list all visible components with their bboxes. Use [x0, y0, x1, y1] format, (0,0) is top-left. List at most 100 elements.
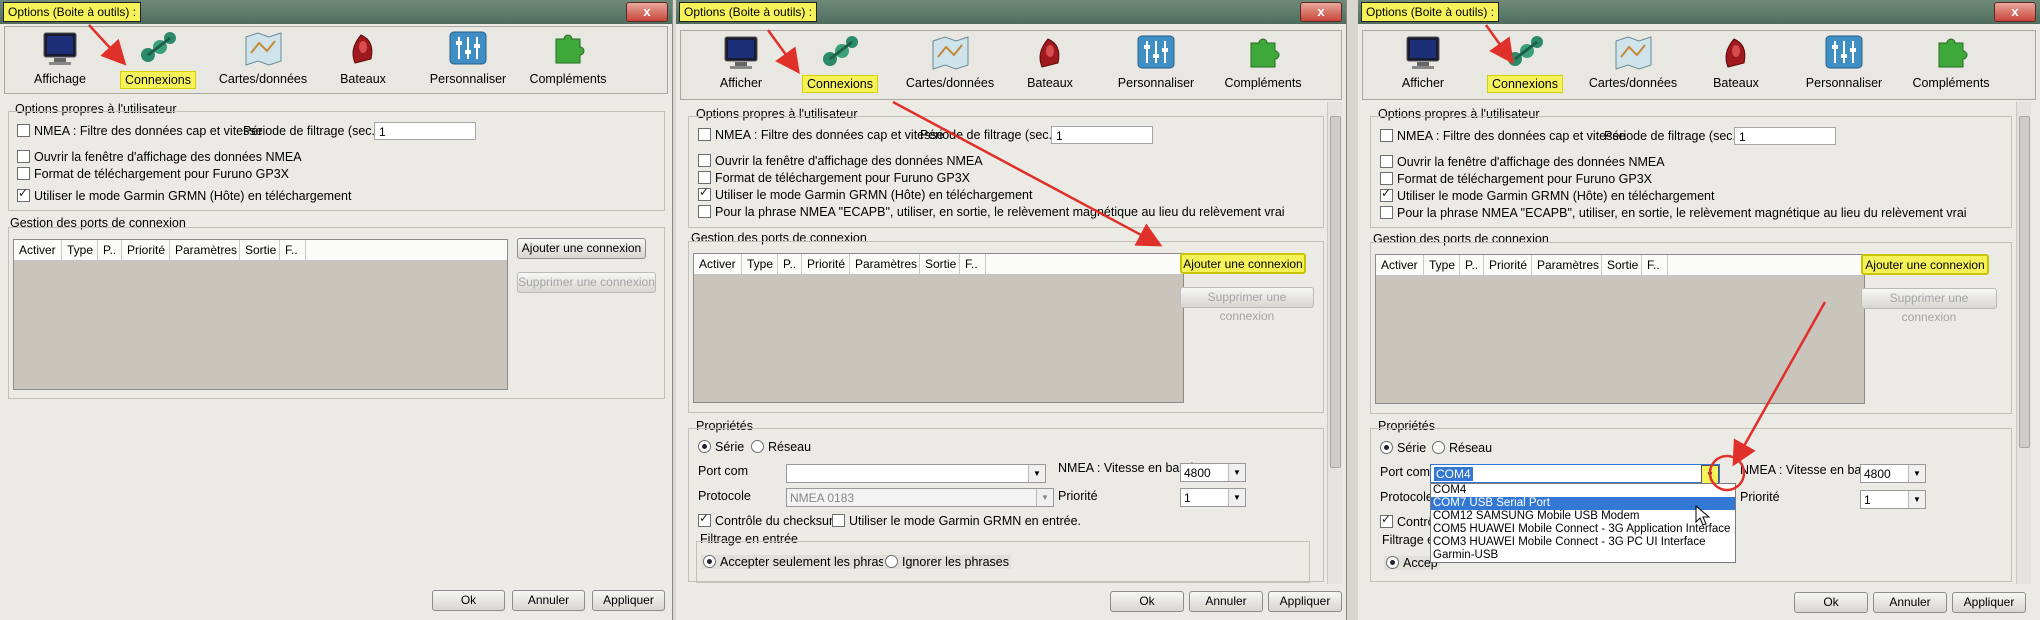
- remove-connection-button[interactable]: Supprimer une connexion: [1861, 288, 1997, 324]
- column-header[interactable]: Priorité: [802, 254, 850, 274]
- tab-personnaliser[interactable]: Personnaliser: [1101, 33, 1211, 91]
- port-com-dropdown[interactable]: ▼: [786, 464, 1046, 483]
- column-header[interactable]: F..: [280, 240, 306, 260]
- checksum-checkbox[interactable]: [698, 511, 711, 527]
- baud-dropdown[interactable]: 4800 ▼: [1860, 464, 1926, 483]
- checksum-option[interactable]: Contrôle du checksum: [698, 511, 839, 528]
- ok-button[interactable]: Ok: [1794, 592, 1868, 613]
- serial-option[interactable]: Série: [1380, 441, 1426, 455]
- close-button[interactable]: x: [626, 2, 668, 22]
- network-radio[interactable]: [751, 440, 764, 453]
- column-header[interactable]: F..: [960, 254, 986, 274]
- checksum-option[interactable]: Contrô: [1380, 512, 1435, 529]
- apply-button[interactable]: Appliquer: [1268, 591, 1342, 612]
- close-button[interactable]: x: [1300, 2, 1342, 22]
- cancel-button[interactable]: Annuler: [512, 590, 585, 611]
- column-header[interactable]: Sortie: [240, 240, 280, 260]
- port-option[interactable]: COM3 HUAWEI Mobile Connect - 3G PC UI In…: [1431, 536, 1735, 549]
- close-button[interactable]: x: [1994, 2, 2036, 22]
- garmin-mode-option[interactable]: Utiliser le mode Garmin GRMN (Hôte) en t…: [1380, 186, 1714, 203]
- column-header[interactable]: P..: [1460, 255, 1484, 275]
- column-header[interactable]: Paramètres: [170, 240, 240, 260]
- tab-personnaliser[interactable]: Personnaliser: [413, 29, 523, 87]
- open-nmea-window-option[interactable]: Ouvrir la fenêtre d'affichage des donnée…: [17, 150, 302, 164]
- priority-dropdown[interactable]: 1 ▼: [1180, 488, 1246, 507]
- ok-button[interactable]: Ok: [432, 590, 505, 611]
- tab-cartes[interactable]: Cartes/données: [208, 29, 318, 87]
- tab-affichage[interactable]: Affichage: [5, 29, 115, 87]
- connections-list[interactable]: Activer Type P.. Priorité Paramètres Sor…: [693, 253, 1184, 403]
- accept-only-radio[interactable]: [703, 555, 716, 568]
- dialog-scrollbar[interactable]: [2016, 102, 2031, 584]
- port-option[interactable]: COM5 HUAWEI Mobile Connect - 3G Applicat…: [1431, 523, 1735, 536]
- open-nmea-window-checkbox[interactable]: [17, 150, 30, 163]
- chevron-down-icon[interactable]: ▼: [1028, 465, 1045, 482]
- nmea-filter-option[interactable]: NMEA : Filtre des données cap et vitesse: [698, 128, 944, 142]
- ecapb-checkbox[interactable]: [1380, 206, 1393, 219]
- cancel-button[interactable]: Annuler: [1873, 592, 1947, 613]
- tab-cartes[interactable]: Cartes/données: [895, 33, 1005, 91]
- tab-bateaux[interactable]: Bateaux: [308, 29, 418, 87]
- column-header[interactable]: P..: [98, 240, 122, 260]
- chevron-down-icon[interactable]: ▼: [1908, 491, 1925, 508]
- ecapb-option[interactable]: Pour la phrase NMEA "ECAPB", utiliser, e…: [698, 205, 1285, 219]
- baud-dropdown[interactable]: 4800 ▼: [1180, 463, 1246, 482]
- garmin-mode-option[interactable]: Utiliser le mode Garmin GRMN (Hôte) en t…: [17, 186, 351, 203]
- port-option[interactable]: COM12 SAMSUNG Mobile USB Modem: [1431, 510, 1735, 523]
- ignore-radio[interactable]: [885, 555, 898, 568]
- column-header[interactable]: Priorité: [122, 240, 170, 260]
- tab-afficher[interactable]: Afficher: [1368, 33, 1478, 91]
- accept-only-radio[interactable]: [1386, 556, 1399, 569]
- ok-button[interactable]: Ok: [1110, 591, 1184, 612]
- add-connection-button[interactable]: Ajouter une connexion: [517, 238, 646, 259]
- network-radio[interactable]: [1432, 441, 1445, 454]
- furuno-format-option[interactable]: Format de téléchargement pour Furuno GP3…: [1380, 172, 1652, 186]
- tab-connexions[interactable]: Connexions: [103, 29, 213, 89]
- column-header[interactable]: Paramètres: [850, 254, 920, 274]
- ignore-option[interactable]: Ignorer les phrases: [883, 555, 1012, 569]
- column-header[interactable]: Activer: [694, 254, 742, 274]
- remove-connection-button[interactable]: Supprimer une connexion: [1180, 287, 1314, 323]
- filter-period-input[interactable]: 1: [1734, 127, 1836, 145]
- protocol-dropdown[interactable]: NMEA 0183 ▼: [786, 488, 1054, 507]
- serial-radio[interactable]: [698, 440, 711, 453]
- cancel-button[interactable]: Annuler: [1189, 591, 1263, 612]
- filter-period-input[interactable]: 1: [1051, 126, 1153, 144]
- tab-connexions[interactable]: Connexions: [785, 33, 895, 93]
- chevron-down-icon[interactable]: ▼: [1908, 465, 1925, 482]
- open-nmea-window-option[interactable]: Ouvrir la fenêtre d'affichage des donnée…: [698, 154, 983, 168]
- port-option[interactable]: Garmin-USB: [1431, 549, 1735, 562]
- garmin-output-option[interactable]: Utiliser le mode Garmin GRMN en entrée.: [832, 514, 1081, 528]
- connections-list[interactable]: Activer Type P.. Priorité Paramètres Sor…: [1375, 254, 1865, 404]
- dialog-scrollbar[interactable]: [1327, 102, 1342, 584]
- scrollbar-thumb[interactable]: [1330, 116, 1341, 468]
- furuno-format-checkbox[interactable]: [1380, 172, 1393, 185]
- tab-complements[interactable]: Compléments: [1208, 33, 1318, 91]
- chevron-down-icon[interactable]: ▼: [1228, 489, 1245, 506]
- connections-list[interactable]: Activer Type P.. Priorité Paramètres Sor…: [13, 239, 508, 390]
- column-header[interactable]: Activer: [1376, 255, 1424, 275]
- garmin-output-checkbox[interactable]: [832, 514, 845, 527]
- port-option[interactable]: COM4: [1431, 484, 1735, 497]
- ecapb-option[interactable]: Pour la phrase NMEA "ECAPB", utiliser, e…: [1380, 206, 1967, 220]
- tab-afficher[interactable]: Afficher: [686, 33, 796, 91]
- column-header[interactable]: Type: [742, 254, 778, 274]
- priority-dropdown[interactable]: 1 ▼: [1860, 490, 1926, 509]
- column-header[interactable]: Sortie: [1602, 255, 1642, 275]
- nmea-filter-checkbox[interactable]: [17, 124, 30, 137]
- serial-option[interactable]: Série: [698, 440, 744, 454]
- ecapb-checkbox[interactable]: [698, 205, 711, 218]
- column-header[interactable]: Type: [62, 240, 98, 260]
- garmin-mode-checkbox[interactable]: [698, 185, 711, 201]
- chevron-down-icon[interactable]: ▼: [1036, 489, 1053, 506]
- tab-bateaux[interactable]: Bateaux: [1681, 33, 1791, 91]
- nmea-filter-option[interactable]: NMEA : Filtre des données cap et vitesse: [17, 124, 263, 138]
- tab-complements[interactable]: Compléments: [513, 29, 623, 87]
- column-header[interactable]: P..: [778, 254, 802, 274]
- tab-complements[interactable]: Compléments: [1896, 33, 2006, 91]
- chevron-down-icon[interactable]: ▼: [1228, 464, 1245, 481]
- port-com-options-list[interactable]: COM4 COM7 USB Serial Port COM12 SAMSUNG …: [1430, 483, 1736, 563]
- apply-button[interactable]: Appliquer: [592, 590, 665, 611]
- garmin-mode-option[interactable]: Utiliser le mode Garmin GRMN (Hôte) en t…: [698, 185, 1032, 202]
- garmin-mode-checkbox[interactable]: [17, 186, 30, 202]
